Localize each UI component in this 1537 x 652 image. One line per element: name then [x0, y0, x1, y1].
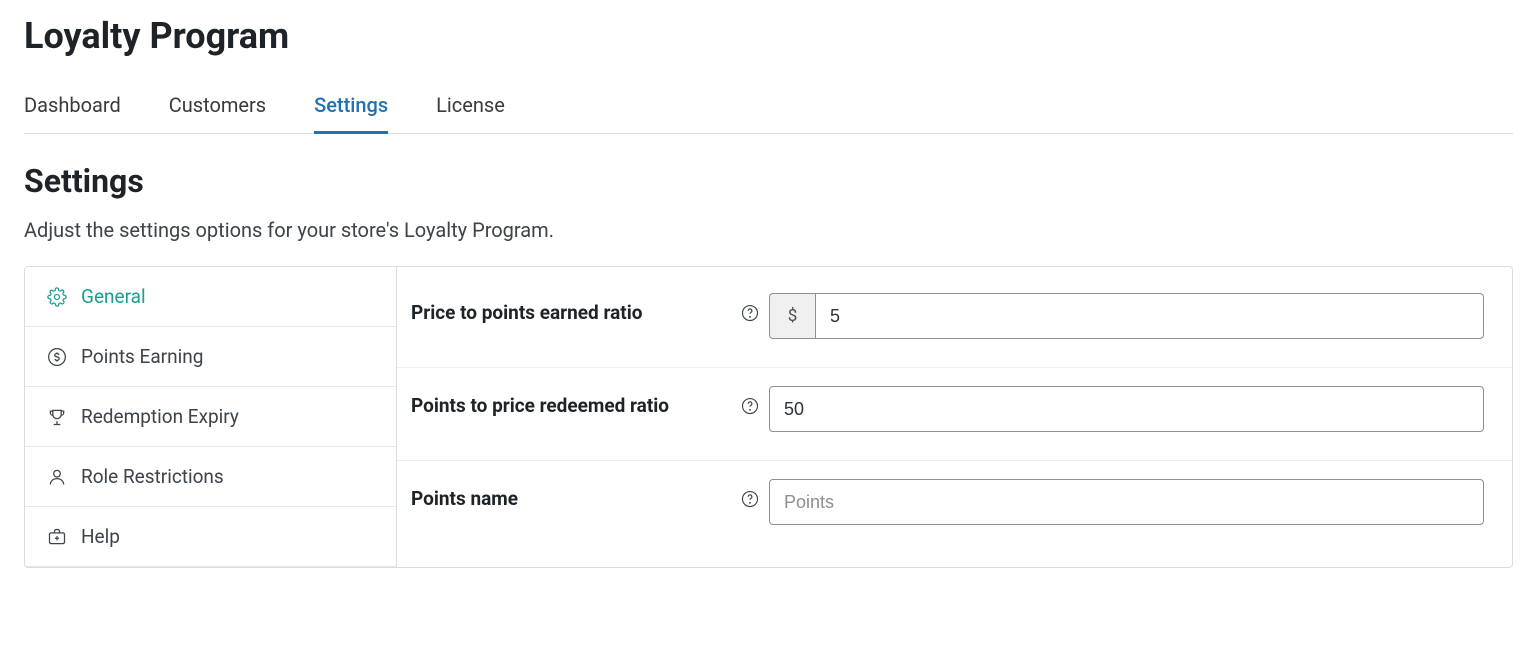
field-label: Price to points earned ratio: [411, 301, 642, 324]
sidebar-item-label: Redemption Expiry: [81, 405, 239, 428]
section-subtitle: Adjust the settings options for your sto…: [24, 218, 1513, 242]
settings-content: Price to points earned ratio $ Points to…: [397, 267, 1512, 567]
points-name-input[interactable]: [769, 479, 1484, 525]
tab-dashboard[interactable]: Dashboard: [24, 85, 121, 134]
medkit-icon: [47, 527, 67, 547]
dollar-circle-icon: [47, 347, 67, 367]
tabs-nav: Dashboard Customers Settings License: [24, 85, 1513, 134]
person-icon: [47, 467, 67, 487]
tab-license[interactable]: License: [436, 85, 505, 134]
sidebar-item-role-restrictions[interactable]: Role Restrictions: [25, 447, 396, 507]
sidebar-item-general[interactable]: General: [25, 267, 396, 327]
sidebar-item-redemption-expiry[interactable]: Redemption Expiry: [25, 387, 396, 447]
sidebar-item-help[interactable]: Help: [25, 507, 396, 567]
tab-settings[interactable]: Settings: [314, 85, 388, 134]
sidebar-item-label: General: [81, 285, 146, 308]
sidebar-item-points-earning[interactable]: Points Earning: [25, 327, 396, 387]
help-icon[interactable]: [741, 490, 759, 508]
page-title: Loyalty Program: [24, 15, 1513, 57]
sidebar-item-label: Points Earning: [81, 345, 203, 368]
gear-icon: [47, 287, 67, 307]
tab-customers[interactable]: Customers: [169, 85, 266, 134]
trophy-icon: [47, 407, 67, 427]
price-to-points-input[interactable]: [815, 293, 1484, 339]
field-points-to-price: Points to price redeemed ratio: [397, 368, 1512, 461]
section-title: Settings: [24, 162, 1513, 200]
field-label: Points name: [411, 487, 518, 510]
field-label: Points to price redeemed ratio: [411, 394, 669, 417]
sidebar-item-label: Role Restrictions: [81, 465, 224, 488]
settings-sidebar: General Points Earning Redemption Expiry…: [25, 267, 397, 567]
sidebar-item-label: Help: [81, 525, 120, 548]
help-icon[interactable]: [741, 304, 759, 322]
field-price-to-points: Price to points earned ratio $: [397, 275, 1512, 368]
help-icon[interactable]: [741, 397, 759, 415]
currency-prefix: $: [769, 293, 815, 339]
points-to-price-input[interactable]: [769, 386, 1484, 432]
field-points-name: Points name: [397, 461, 1512, 553]
settings-container: General Points Earning Redemption Expiry…: [24, 266, 1513, 568]
